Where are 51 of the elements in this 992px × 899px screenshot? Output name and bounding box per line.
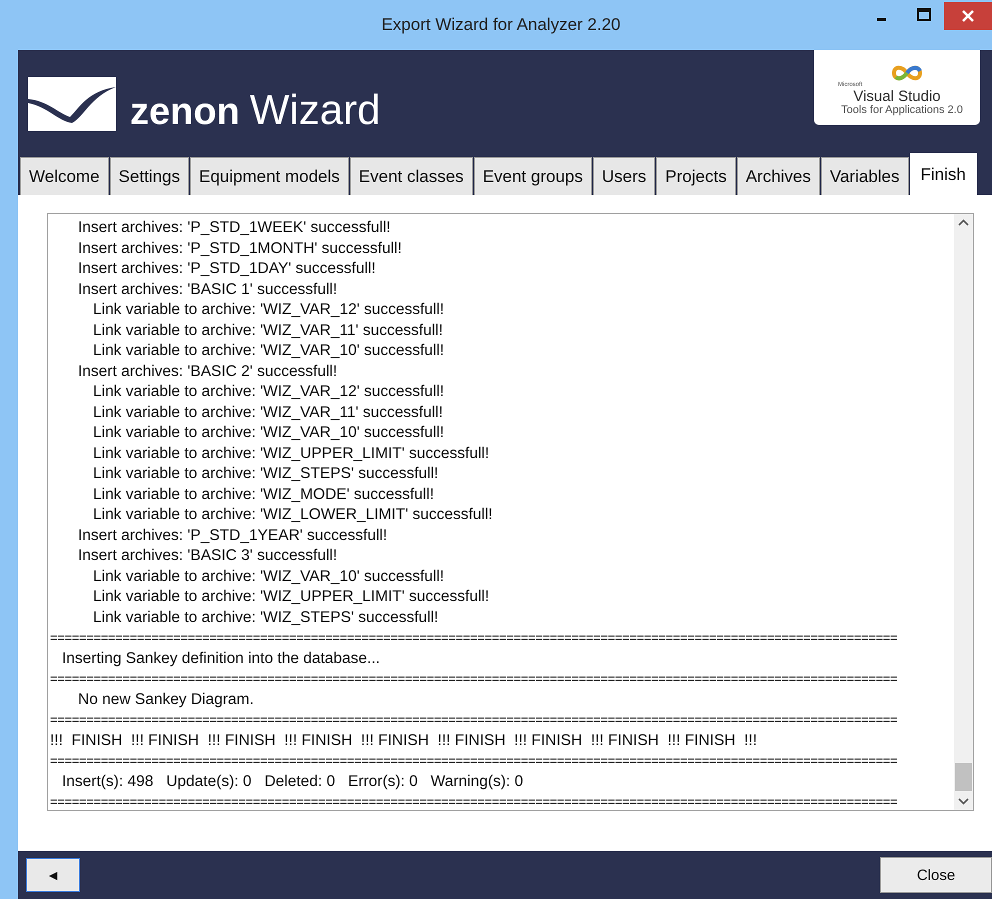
close-button[interactable]: Close bbox=[880, 857, 992, 893]
badge-product: Visual Studio bbox=[853, 89, 941, 104]
log-line: Link variable to archive: 'WIZ_VAR_12' successfull! bbox=[93, 301, 444, 318]
log-line: Insert archives: 'BASIC 3' successfull! bbox=[78, 547, 338, 564]
scrollbar[interactable] bbox=[954, 214, 973, 810]
log-line: Link variable to archive: 'WIZ_LOWER_LIMIT' successfull! bbox=[93, 506, 493, 523]
log-line: Link variable to archive: 'WIZ_UPPER_LIMIT' successfull! bbox=[93, 444, 490, 462]
bird-logo-icon bbox=[28, 77, 116, 131]
log-line: !!! FINISH !!! FINISH !!! FINISH !!! FINISH !!! FINISH !!! FINISH !!! FINISH !!! FINISH !!! FINISH !!! bbox=[50, 732, 758, 748]
tab[interactable]: Finish bbox=[910, 153, 977, 195]
window-title: Export Wizard for Analyzer 2.20 bbox=[381, 15, 621, 35]
tab[interactable]: Variables bbox=[820, 157, 909, 195]
log-line: Insert archives: 'P_STD_1MONTH' successfull! bbox=[78, 240, 402, 256]
log-line: Insert archives: 'P_STD_1WEEK' successfull! bbox=[78, 219, 391, 236]
log-line: Link variable to archive: 'WIZ_VAR_11' successfull! bbox=[93, 322, 443, 338]
log-line: Link variable to archive: 'WIZ_VAR_11' successfull! bbox=[93, 404, 443, 420]
separator-line: ===================================================================================================================== bbox=[50, 794, 898, 809]
log-line: Link variable to archive: 'WIZ_VAR_10' successfull! bbox=[93, 342, 444, 359]
log-line: Inserting Sankey definition into the database... bbox=[62, 650, 380, 666]
tab[interactable]: Welcome bbox=[20, 157, 109, 195]
tab[interactable]: Equipment models bbox=[190, 157, 349, 195]
log-line: Link variable to archive: 'WIZ_UPPER_LIMIT' successfull! bbox=[93, 588, 490, 605]
separator-line: ===================================================================================================================== bbox=[50, 671, 898, 686]
log-line: Link variable to archive: 'WIZ_VAR_10' successfull! bbox=[93, 424, 444, 441]
log-line: Insert archives: 'BASIC 2' successfull! bbox=[78, 362, 338, 380]
log-line: Insert archives: 'BASIC 1' successfull! bbox=[78, 280, 338, 298]
log-line: Insert archives: 'P_STD_1YEAR' successfull! bbox=[78, 526, 388, 544]
separator-line: ===================================================================================================================== bbox=[50, 712, 898, 727]
log-line: Link variable to archive: 'WIZ_STEPS' successfull! bbox=[93, 465, 438, 482]
logo-text: zenon bbox=[130, 93, 240, 131]
log-line: Insert archives: 'P_STD_1DAY' successfull! bbox=[78, 260, 376, 277]
infinity-logo-icon bbox=[890, 64, 924, 82]
tab[interactable]: Event groups bbox=[474, 157, 592, 195]
log-line: Link variable to archive: 'WIZ_MODE' successfull! bbox=[93, 486, 434, 502]
close-icon[interactable] bbox=[944, 2, 992, 30]
logo-title: Wizard bbox=[250, 89, 380, 131]
separator-line: ===================================================================================================================== bbox=[50, 630, 898, 645]
tab[interactable]: Users bbox=[592, 157, 656, 195]
log-line: No new Sankey Diagram. bbox=[78, 690, 254, 708]
scroll-thumb[interactable] bbox=[955, 763, 972, 791]
separator-line: ===================================================================================================================== bbox=[50, 753, 898, 768]
log-line: Link variable to archive: 'WIZ_VAR_12' successfull! bbox=[93, 383, 444, 400]
log-line: Link variable to archive: 'WIZ_VAR_10' successfull! bbox=[93, 568, 444, 584]
badge-subtitle: Tools for Applications 2.0 bbox=[841, 104, 963, 117]
tab[interactable]: Event classes bbox=[350, 157, 473, 195]
back-button[interactable]: ◄ bbox=[26, 858, 80, 892]
tab[interactable]: Settings bbox=[110, 157, 189, 195]
log-line: Insert(s): 498 Update(s): 0 Deleted: 0 Error(s): 0 Warning(s): 0 bbox=[62, 772, 524, 790]
log-line: Link variable to archive: 'WIZ_STEPS' successfull! bbox=[93, 608, 438, 626]
tab[interactable]: Archives bbox=[736, 157, 820, 195]
tab[interactable]: Projects bbox=[656, 157, 736, 195]
